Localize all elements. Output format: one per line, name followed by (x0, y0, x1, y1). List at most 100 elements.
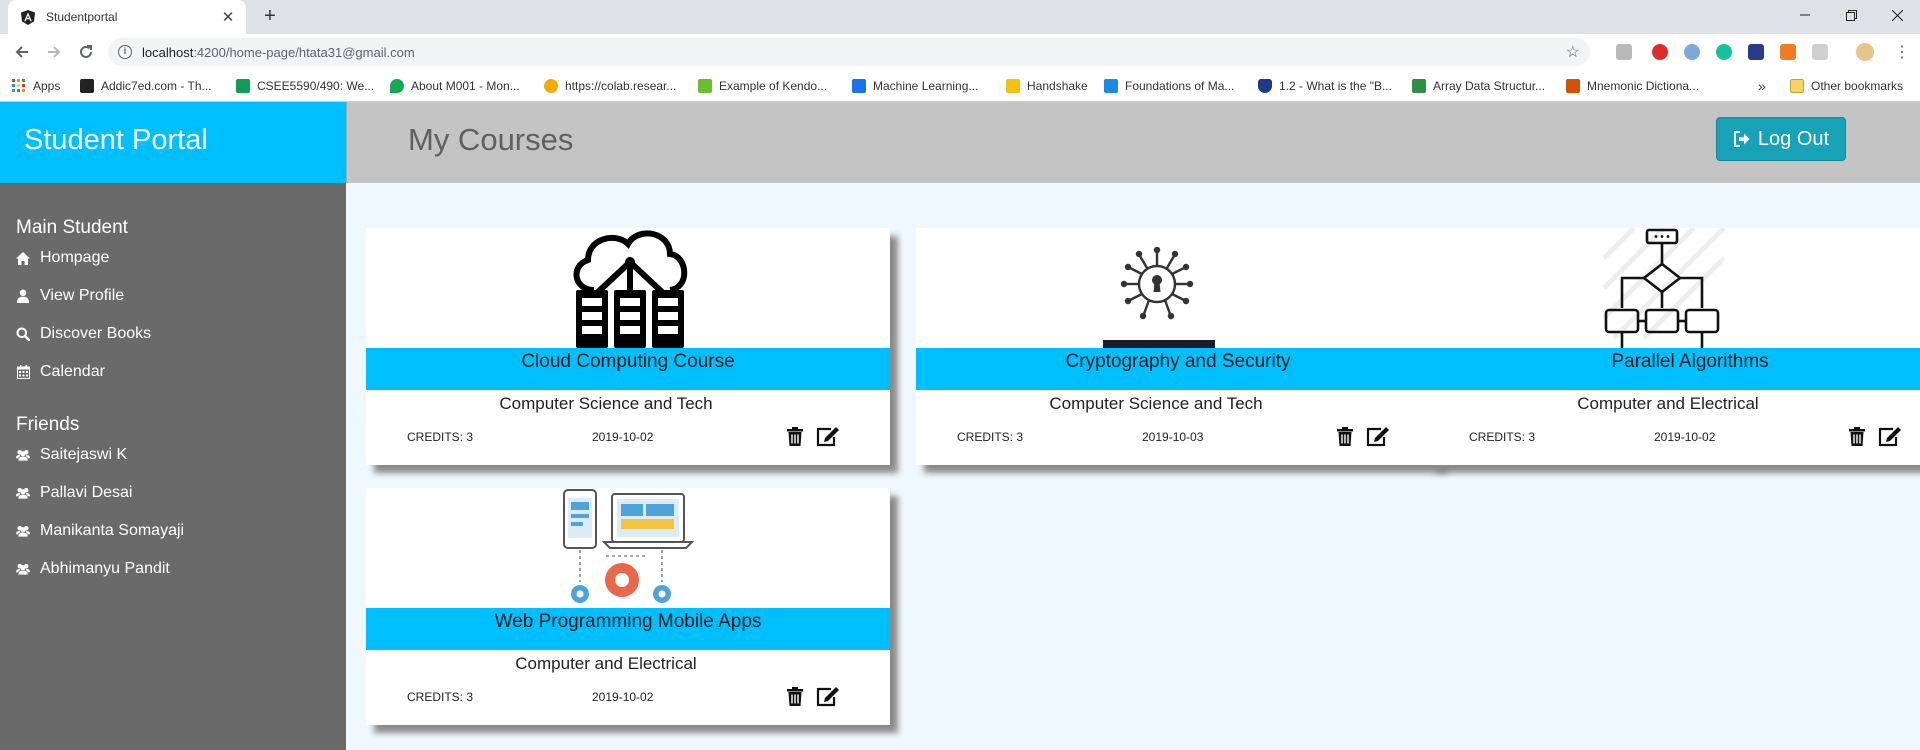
bookmark-favicon (852, 79, 866, 93)
profile-avatar[interactable] (1856, 43, 1874, 61)
course-date: 2019-10-03 (1142, 430, 1204, 444)
menu-icon[interactable]: ⋮ (1890, 40, 1914, 64)
sidebar: Main Student Hompage View Profile Discov… (0, 183, 346, 750)
sidebar-item-discover-books[interactable]: Discover Books (16, 323, 151, 345)
other-bookmarks[interactable]: Other bookmarks (1790, 78, 1903, 94)
course-credits: CREDITS: 3 (407, 690, 474, 704)
sidebar-item-label: Discover Books (40, 325, 152, 342)
bookmark-item[interactable]: Mnemonic Dictiona... (1566, 78, 1699, 94)
courses-content: Cloud Computing Course Computer Science … (346, 183, 1920, 750)
bookmark-label: Machine Learning... (873, 79, 979, 93)
course-image (916, 228, 1440, 348)
browser-tab[interactable]: Studentportal ✕ (8, 0, 246, 34)
back-arrow-icon[interactable] (10, 40, 34, 64)
logout-button[interactable]: Log Out (1716, 117, 1846, 161)
course-card-cryptography[interactable]: Cryptography and Security Computer Scien… (916, 228, 1440, 465)
bookmark-item[interactable]: Example of Kendo... (698, 78, 827, 94)
new-tab-button[interactable]: + (258, 5, 282, 29)
bookmark-favicon (1104, 79, 1118, 93)
edit-icon[interactable] (1365, 424, 1391, 448)
friend-label: Pallavi Desai (40, 484, 133, 501)
friend-item-abhimanyu-pandit[interactable]: Abhimanyu Pandit (16, 558, 170, 580)
sign-out-icon (1733, 131, 1751, 147)
tab-close-icon[interactable]: ✕ (220, 8, 236, 26)
offline-extension-icon[interactable] (1780, 44, 1796, 60)
angular-icon (20, 9, 36, 25)
course-date: 2019-10-02 (1654, 430, 1716, 444)
bookmark-item[interactable]: Addic7ed.com - Th... (80, 78, 212, 94)
grammarly-extension-icon[interactable] (1716, 44, 1732, 60)
cloud-server-icon (573, 230, 688, 348)
edit-icon[interactable] (815, 684, 841, 708)
course-card-cloud-computing[interactable]: Cloud Computing Course Computer Science … (366, 228, 890, 465)
gear-icon (605, 563, 639, 597)
page-title: My Courses (408, 122, 574, 157)
student-portal-app: Student Portal My Courses Log Out Main S… (0, 102, 1920, 750)
bookmark-star-icon[interactable]: ☆ (1566, 42, 1580, 62)
bookmark-label: Example of Kendo... (719, 79, 828, 93)
trash-icon[interactable] (1846, 425, 1868, 447)
course-card-parallel-algorithms[interactable]: Parallel Algorithms Computer and Electri… (1428, 226, 1920, 465)
tracker-extension-icon[interactable] (1684, 44, 1700, 60)
address-bar[interactable]: i localhost:4200/home-page/htata31@gmail… (108, 38, 1590, 66)
bookmarks-overflow-button[interactable]: » (1758, 78, 1766, 94)
minimize-button[interactable] (1782, 0, 1828, 30)
flowchart-icon (1602, 226, 1726, 348)
extension-icon[interactable] (1812, 44, 1828, 60)
friend-item-manikanta-somayaji[interactable]: Manikanta Somayaji (16, 520, 184, 542)
url-host: localhost (142, 44, 194, 60)
trash-icon[interactable] (784, 685, 806, 707)
friend-item-saitejaswi-k[interactable]: Saitejaswi K (16, 444, 127, 466)
restore-button[interactable] (1828, 0, 1874, 30)
sidebar-item-label: View Profile (40, 287, 125, 304)
close-window-button[interactable] (1874, 0, 1920, 30)
folder-icon (1790, 79, 1804, 93)
devices-gears-icon (563, 489, 695, 603)
friends-heading: Friends (16, 414, 80, 435)
bookmark-item[interactable]: Machine Learning... (852, 78, 978, 94)
sidebar-item-calendar[interactable]: Calendar (16, 361, 105, 383)
reload-icon[interactable] (74, 40, 98, 64)
bookmark-apps[interactable]: Apps (12, 78, 60, 94)
sidebar-item-view-profile[interactable]: View Profile (16, 285, 124, 307)
trash-icon[interactable] (1334, 425, 1356, 447)
bookmark-item[interactable]: Handshake (1006, 78, 1088, 94)
bookmark-favicon (1006, 79, 1020, 93)
course-title: Cryptography and Security (916, 348, 1440, 390)
bookmark-item[interactable]: Foundations of Ma... (1104, 78, 1234, 94)
bookmark-item[interactable]: CSEE5590/490: We... (236, 78, 374, 94)
edit-icon[interactable] (815, 424, 841, 448)
course-department: Computer Science and Tech (499, 394, 713, 413)
edit-icon[interactable] (1877, 424, 1903, 448)
bookmark-item[interactable]: 1.2 - What is the "B... (1258, 78, 1392, 94)
course-department: Computer and Electrical (515, 654, 697, 673)
url-path: :4200/home-page/htata31@gmail.com (193, 44, 415, 60)
users-icon (16, 448, 30, 462)
circuit-key-icon (1103, 246, 1215, 348)
browser-toolbar: i localhost:4200/home-page/htata31@gmail… (0, 34, 1920, 70)
course-title: Web Programming Mobile Apps (366, 608, 890, 650)
bookmark-label: 1.2 - What is the "B... (1279, 79, 1392, 93)
apps-grid-icon (12, 79, 26, 93)
bookmarks-bar: Apps Addic7ed.com - Th... CSEE5590/490: … (0, 70, 1920, 102)
bookmark-favicon (236, 79, 250, 93)
pdf-extension-icon[interactable] (1616, 44, 1632, 60)
tab-title: Studentportal (46, 10, 118, 24)
friend-item-pallavi-desai[interactable]: Pallavi Desai (16, 482, 132, 504)
forward-arrow-icon[interactable] (42, 40, 66, 64)
sidebar-item-hompage[interactable]: Hompage (16, 247, 109, 269)
zotero-extension-icon[interactable] (1748, 44, 1764, 60)
course-image (1428, 226, 1920, 348)
site-info-icon[interactable]: i (118, 45, 132, 59)
bookmark-item[interactable]: About M001 - Mon... (390, 78, 520, 94)
users-icon (16, 486, 30, 500)
course-card-web-programming[interactable]: Web Programming Mobile Apps Computer and… (366, 488, 890, 725)
bookmark-label: Addic7ed.com - Th... (101, 79, 212, 93)
friend-label: Abhimanyu Pandit (40, 560, 170, 577)
brand-title: Student Portal (0, 102, 346, 183)
bookmark-item[interactable]: Array Data Structur... (1412, 78, 1545, 94)
bookmark-label: Mnemonic Dictiona... (1587, 79, 1700, 93)
adblock-extension-icon[interactable] (1652, 44, 1668, 60)
trash-icon[interactable] (784, 425, 806, 447)
bookmark-item[interactable]: https://colab.resear... (544, 78, 676, 94)
